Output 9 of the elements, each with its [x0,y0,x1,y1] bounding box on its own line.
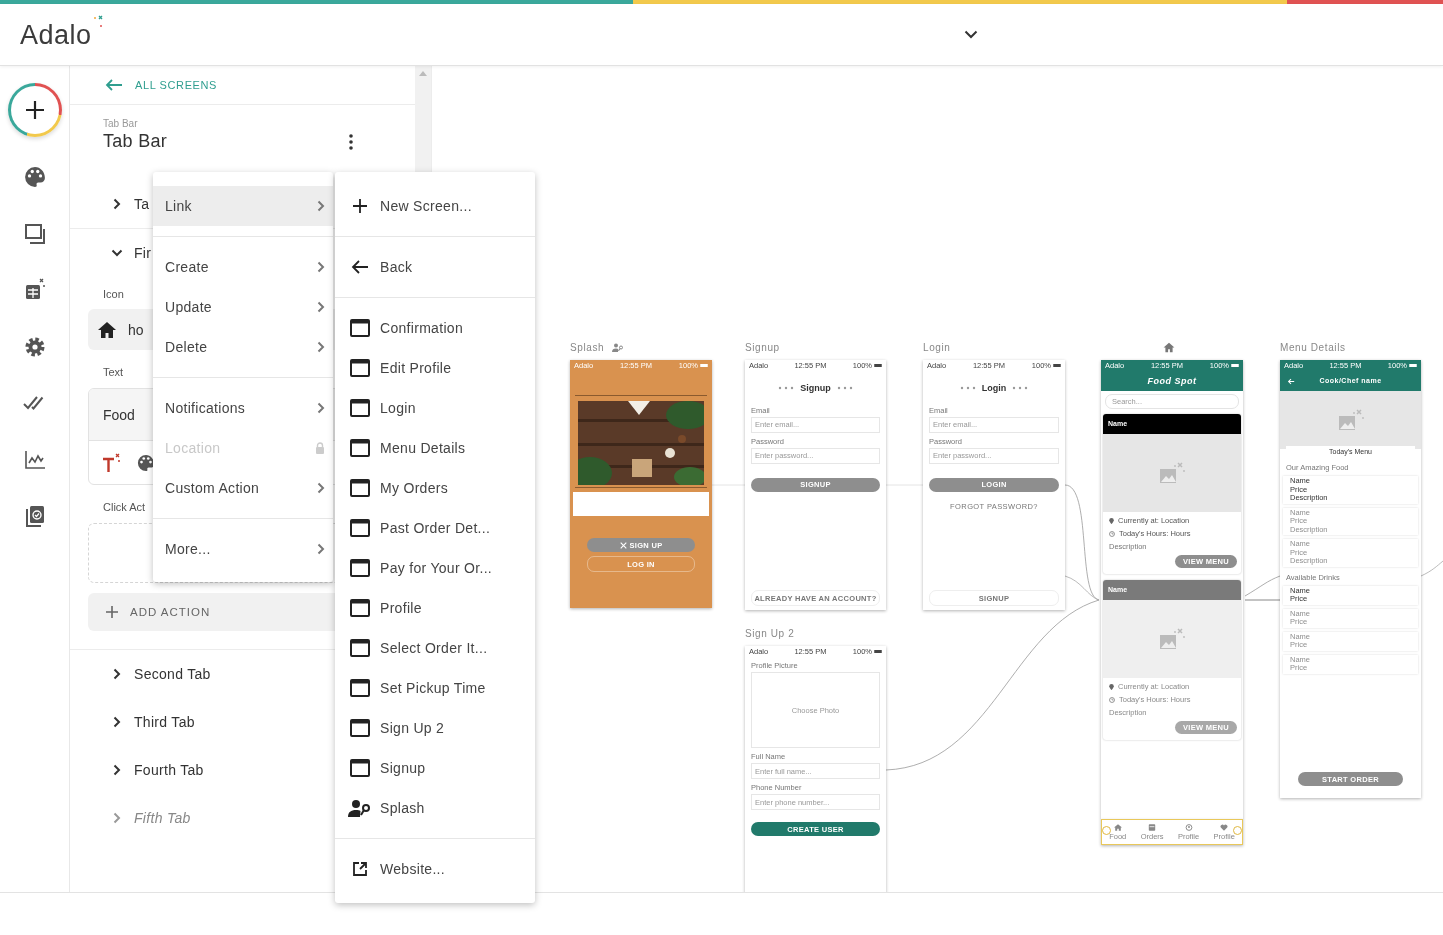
logo-wordmark: Adalo [20,18,92,51]
component-caption: Tab Bar [103,118,139,130]
mock-heading: Signup [800,383,831,394]
field-label: Icon [103,287,124,302]
field-label: Text [103,365,124,380]
component-title: Tab Bar [103,130,168,152]
mock-heading: Login [981,383,1007,394]
app-header: Food Spot [1101,371,1243,391]
field-label: Click Act [103,500,146,515]
